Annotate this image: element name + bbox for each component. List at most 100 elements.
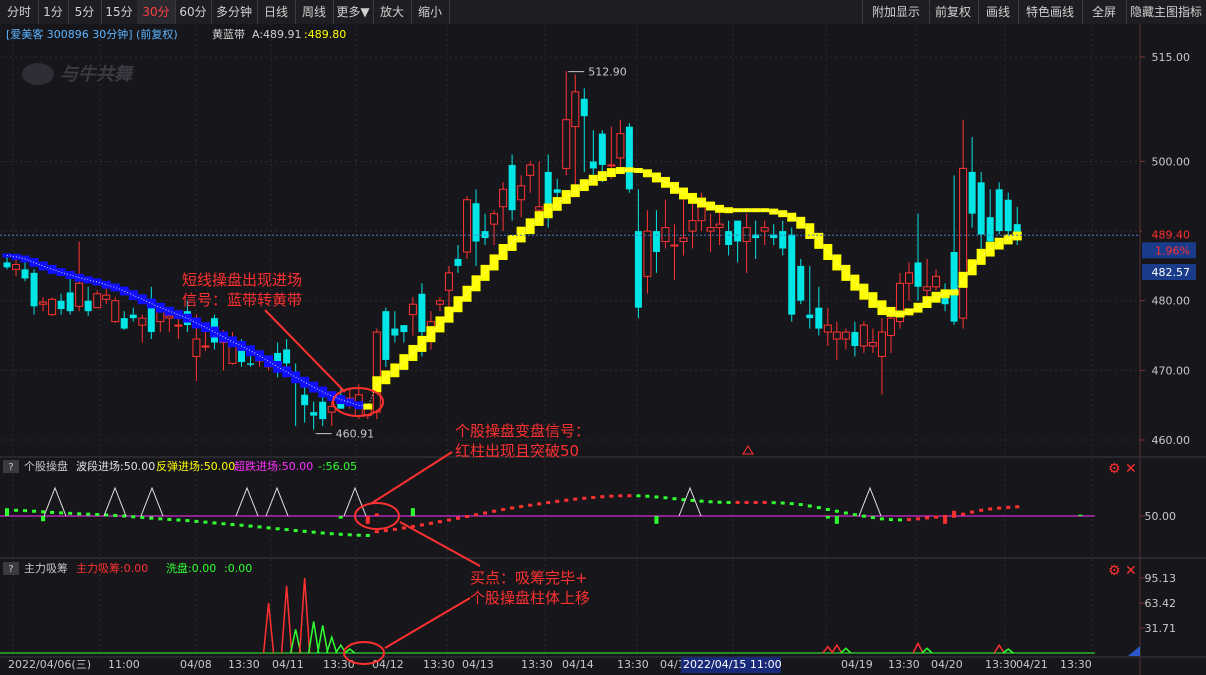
p2-osc-32 [293,529,298,533]
band-block-70 [633,168,643,173]
time-label-19: 13:30 [1060,658,1092,671]
toolbar-btn-10[interactable]: 放大 [373,0,412,24]
p2-osc-23 [212,521,217,525]
p2-osc-24 [221,522,226,526]
candle-body-10 [93,293,102,309]
candle-body-101 [914,262,922,287]
p2-osc-66 [600,495,605,499]
candle-body-84 [760,227,769,232]
band-block-83 [751,208,761,213]
toolbar-right-btn-2[interactable]: 画线 [978,0,1019,24]
p2-osc-25 [230,523,235,527]
toolbar-btn-2[interactable]: 5分 [68,0,102,24]
band-block-46 [417,335,427,352]
p2-osc-93 [843,511,848,515]
p2-bar-0 [5,508,9,516]
p2-title: 个股操盘 [24,459,68,473]
candle-body-14 [129,314,137,319]
candle-body-18 [165,315,174,319]
candle-body-105 [950,251,958,322]
toolbar-right-btn-5[interactable]: 隐藏主图指标 [1126,0,1206,24]
band-block-112 [1012,231,1022,241]
candle-body-3 [30,272,38,307]
candle-body-82 [742,227,751,243]
candle-body-52 [472,203,480,242]
band-block-84 [760,208,770,213]
candle-body-97 [877,331,886,357]
p2-bar-2 [338,516,343,519]
candle-body-53 [481,231,489,239]
p2-osc-22 [203,520,208,524]
candle-body-73 [661,227,670,243]
band-block-86 [778,210,788,218]
toolbar-btn-3[interactable]: 15分 [101,0,138,24]
band-block-109 [985,241,995,257]
p2-settings-icon: ⚙ [1108,461,1121,477]
band-block-29 [264,355,274,368]
band-block-95 [859,283,869,300]
band-block-23 [209,326,219,338]
band-block-89 [805,223,815,239]
p2-osc-9 [86,512,91,516]
band-block-6 [56,268,66,277]
p2-osc-54 [492,509,497,513]
p2-osc-56 [510,506,515,510]
p2-osc-18 [167,517,172,521]
p3-item-1: 洗盘:0.00 [166,561,216,575]
p2-osc-48 [437,520,442,524]
candle-body-62 [562,119,571,169]
p2-osc-97 [879,517,884,521]
toolbar-btn-7[interactable]: 日线 [257,0,296,24]
p2-osc-108 [979,508,984,512]
time-label-9: 13:30 [521,658,553,671]
p2-osc-89 [807,504,812,508]
p2-osc-102 [925,516,930,520]
band-block-74 [669,182,679,194]
candle-body-108 [977,182,985,235]
candle-body-31 [283,349,291,364]
toolbar-right-btn-4[interactable]: 全屏 [1082,0,1127,24]
toolbar-btn-11[interactable]: 缩小 [411,0,450,24]
band-block-24 [218,331,228,343]
p2-osc-72 [654,495,659,499]
last-price-label: 489.40 [1152,228,1191,241]
band-block-91 [823,243,833,260]
toolbar-btn-8[interactable]: 周线 [295,0,334,24]
p2-osc-80 [726,500,731,504]
band-block-12 [110,283,120,292]
p2-osc-62 [564,498,569,502]
candle-body-95 [859,324,868,347]
p2-osc-43 [392,527,397,531]
p3-item-2: :0.00 [224,562,252,575]
band-block-97 [877,300,887,316]
p2-osc-85 [771,501,776,505]
p2-osc-88 [798,503,803,507]
annotation-1-line2: 信号：蓝带转黄带 [182,291,302,309]
candle-body-69 [625,126,633,190]
toolbar-btn-0[interactable]: 分时 [0,0,39,24]
p2-osc-49 [446,518,451,522]
p2-osc-3 [32,509,37,513]
candle-body-43 [391,328,399,336]
annotation-1-line1: 短线操盘出现进场 [182,271,302,289]
band-block-87 [787,212,797,222]
candle-body-55 [499,188,508,208]
p2-osc-17 [158,517,163,521]
p2-osc-14 [131,515,136,519]
band-block-103 [931,291,941,303]
toolbar-right-btn-1[interactable]: 前复权 [928,0,979,24]
toolbar-right-btn-0[interactable]: 附加显示 [862,0,930,24]
toolbar-right-btn-3[interactable]: 特色画线 [1018,0,1083,24]
time-cursor-label: 2022/04/15 11:00 [683,658,782,671]
p2-osc-109 [988,507,993,511]
band-block-92 [832,254,842,271]
p2-osc-52 [474,513,479,517]
toolbar-btn-4[interactable]: 30分 [137,0,176,24]
toolbar-btn-6[interactable]: 多分钟 [211,0,258,24]
toolbar-btn-5[interactable]: 60分 [175,0,212,24]
toolbar-btn-9[interactable]: 更多▼ [333,0,374,24]
toolbar-btn-1[interactable]: 1分 [38,0,69,24]
change-pct-label: 1.96% [1155,244,1190,257]
p2-axis-label: 50.00 [1145,510,1177,523]
indicator-a: A:489.91 [252,28,302,41]
